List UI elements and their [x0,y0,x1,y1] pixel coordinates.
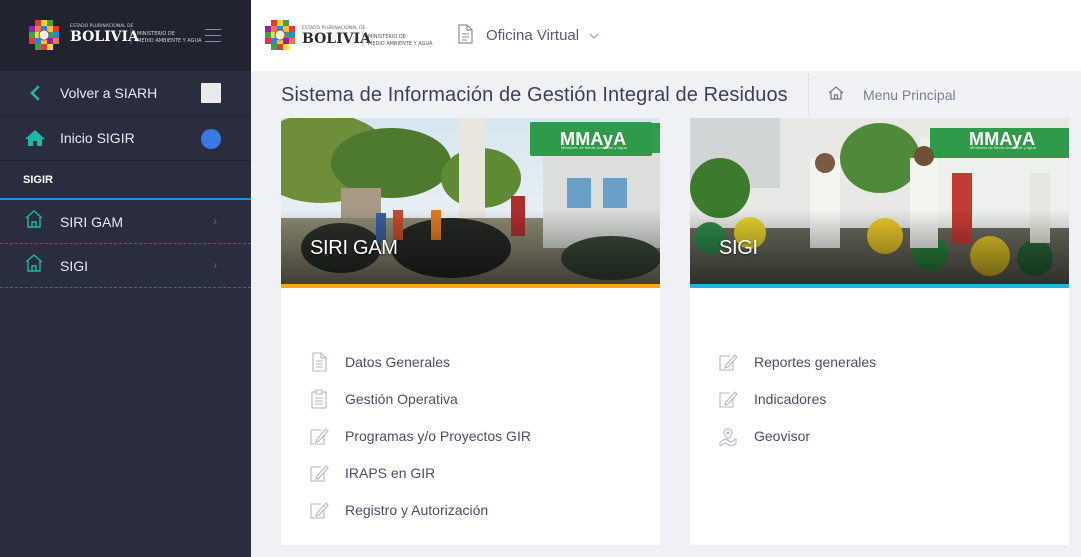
sidebar-item-label: Inicio SIGIR [60,130,135,146]
svg-text:MEDIO AMBIENTE Y AGUA: MEDIO AMBIENTE Y AGUA [368,41,433,47]
sidebar: ESTADO PLURINACIONAL DE BOLIVIA MINISTER… [0,0,251,557]
sidebar-item-label: Volver a SIARH [60,85,158,101]
bolivia-coat-of-arms-logo: ESTADO PLURINACIONAL DE BOLIVIA MINISTER… [29,19,202,50]
menu-item-registro-autorizacion[interactable]: Registro y Autorización [309,491,660,528]
menu-item-label: IRAPS en GIR [345,464,436,481]
sidebar-item-sigi[interactable]: SIGI › [0,244,251,288]
house-outline-icon [24,254,44,277]
breadcrumb-label: Menu Principal [863,86,956,103]
svg-text:BOLIVIA: BOLIVIA [70,29,140,45]
oficina-virtual-label: Oficina Virtual [486,27,580,44]
status-square [201,83,221,103]
menu-item-datos-generales[interactable]: Datos Generales [309,343,660,380]
menu-item-label: Gestión Operativa [345,390,458,407]
card-image[interactable]: MMAyA Ministerio de Medio Ambiente y Agu… [281,118,660,284]
menu-item-geovisor[interactable]: Geovisor [718,417,1069,454]
menu-item-label: Programas y/o Proyectos GIR [345,427,531,444]
map-icon [718,426,738,446]
menu-item-gestion-operativa[interactable]: Gestión Operativa [309,380,660,417]
card-title: SIGI [719,237,758,259]
menu-item-label: Indicadores [754,390,827,407]
page-title: Sistema de Información de Gestión Integr… [281,84,788,106]
status-dot [201,129,221,149]
mmaya-logo: MMAyA Ministerio de Medio Ambiente y Agu… [530,122,652,156]
chevron-down-icon [589,30,599,42]
home-outline-icon [828,86,844,103]
house-outline-icon [24,210,44,233]
clipboard-icon [309,389,329,409]
sidebar-logo[interactable]: ESTADO PLURINACIONAL DE BOLIVIA MINISTER… [0,0,251,71]
bolivia-coat-of-arms-logo: ESTADO PLURINACIONAL DE BOLIVIA MINISTER… [265,19,433,50]
header-divider [808,73,809,115]
home-icon [24,129,46,147]
sidebar-item-label: SIGI [60,257,89,274]
chevron-right-icon: › [213,258,217,272]
menu-item-label: Reportes generales [754,353,877,370]
card-siri-gam: MMAyA Ministerio de Medio Ambiente y Agu… [281,118,660,545]
card-title: SIRI GAM [310,237,398,259]
document-icon [309,351,329,372]
sidebar-item-label: SIRI GAM [60,213,124,230]
edit-icon [718,352,738,372]
breadcrumb[interactable]: Menu Principal [828,86,956,103]
svg-text:MINISTERIO DE: MINISTERIO DE [137,31,175,37]
menu-toggle-icon[interactable] [205,29,221,47]
document-icon [456,23,474,48]
edit-icon [718,389,738,409]
oficina-virtual-dropdown[interactable]: Oficina Virtual [456,23,599,48]
svg-text:BOLIVIA: BOLIVIA [302,31,372,47]
menu-item-iraps[interactable]: IRAPS en GIR [309,454,660,491]
sidebar-item-home[interactable]: Inicio SIGIR [0,116,251,161]
sidebar-item-siri-gam[interactable]: SIRI GAM › [0,200,251,244]
card-sigi: MMAyA Ministerio de Medio Ambiente y Agu… [690,118,1069,545]
menu-item-indicadores[interactable]: Indicadores [718,380,1069,417]
menu-item-label: Geovisor [754,427,811,444]
menu-item-programas-proyectos[interactable]: Programas y/o Proyectos GIR [309,417,660,454]
menu-item-reportes-generales[interactable]: Reportes generales [718,343,1069,380]
sidebar-section-title: SIGIR [0,161,251,200]
mmaya-logo: MMAyA Ministerio de Medio Ambiente y Agu… [969,128,1036,151]
card-menu: Reportes generales Indicadores Geovisor [690,288,1069,454]
edit-icon [309,500,329,520]
chevron-right-icon: › [213,214,217,228]
svg-text:MEDIO AMBIENTE Y AGUA: MEDIO AMBIENTE Y AGUA [137,38,202,44]
topbar-logo[interactable]: ESTADO PLURINACIONAL DE BOLIVIA MINISTER… [262,16,434,56]
card-menu: Datos Generales Gestión Operativa Progra… [281,288,660,528]
card-image[interactable]: MMAyA Ministerio de Medio Ambiente y Agu… [690,118,1069,284]
edit-icon [309,463,329,483]
chevron-left-icon [24,85,46,101]
topbar: ESTADO PLURINACIONAL DE BOLIVIA MINISTER… [251,0,1081,71]
menu-item-label: Registro y Autorización [345,501,489,518]
menu-item-label: Datos Generales [345,353,451,370]
edit-icon [309,426,329,446]
svg-text:MINISTERIO DE: MINISTERIO DE [368,34,406,40]
sidebar-item-back[interactable]: Volver a SIARH [0,71,251,116]
